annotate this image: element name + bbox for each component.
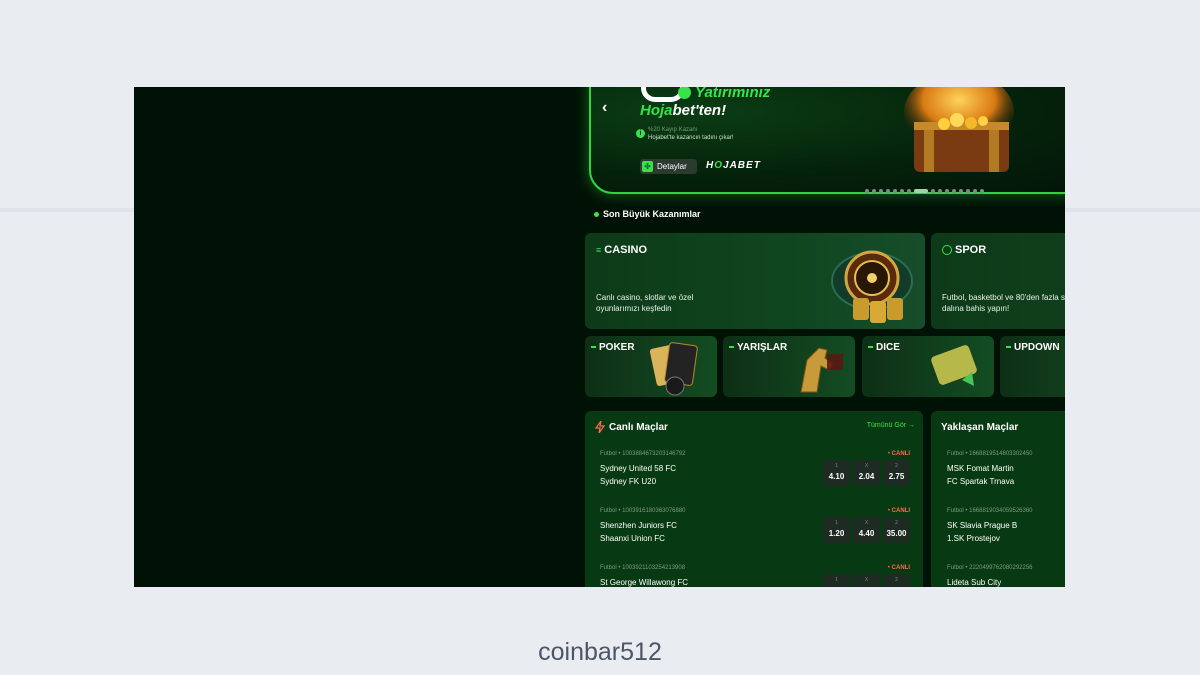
upcoming-match-row[interactable]: Futbol • 1668819514803302450 MSK Fomat M…	[947, 451, 1065, 499]
races-card[interactable]: YARIŞLAR	[723, 336, 855, 397]
dice-title: DICE	[868, 342, 900, 353]
pagination-dot[interactable]	[900, 188, 904, 193]
pagination-dot[interactable]	[907, 188, 911, 193]
upcoming-match-row[interactable]: Futbol • 2220499762080292256 Lideta Sub …	[947, 565, 1065, 587]
match-meta: Futbol • 2220499762080292256	[947, 565, 1033, 571]
pagination-dot[interactable]	[914, 188, 928, 193]
poker-card[interactable]: POKER	[585, 336, 717, 397]
upcoming-matches-title: Yaklaşan Maçlar	[941, 422, 1019, 433]
match-meta: Futbol • 1668819034059526360	[947, 508, 1033, 514]
live-match-row[interactable]: Futbol • 1003916180363076880 • CANLI She…	[600, 508, 910, 556]
casino-card[interactable]: ≡ CASINO Canlı casino, slotlar ve özel oy…	[585, 233, 925, 329]
pagination-dot[interactable]	[938, 188, 942, 193]
home-team: Shenzhen Juniors FC	[600, 521, 677, 530]
odds-group: 1 4.10 X 2.04 2 2.75	[820, 460, 910, 491]
updown-title: UPDOWN	[1006, 342, 1060, 353]
stack-icon: ≡	[596, 245, 602, 255]
pagination-dot[interactable]	[931, 188, 935, 193]
home-team: Lideta Sub City	[947, 578, 1002, 587]
match-meta: Futbol • 1003921103254213908	[600, 565, 686, 571]
dot-icon	[594, 212, 599, 218]
odd-button-home[interactable]: 1 4.10	[823, 460, 850, 486]
odd-button-draw[interactable]: X	[853, 574, 880, 587]
casino-title: ≡ CASINO	[596, 244, 648, 256]
upcoming-match-row[interactable]: Futbol • 1668819034059526360 SK Slavia P…	[947, 508, 1065, 556]
live-matches-title: Canlı Maçlar	[609, 422, 668, 433]
upcoming-matches-panel: Yaklaşan Maçlar Futbol • 166881951480330…	[931, 411, 1065, 587]
banner-title-line2: Hojabet'ten!	[640, 102, 726, 119]
pagination-dot[interactable]	[959, 188, 963, 193]
ball-icon	[942, 245, 952, 256]
banner-title-suffix: bet'ten!	[672, 102, 727, 119]
match-meta: Futbol • 1003916180363076880	[600, 508, 686, 514]
live-badge: • CANLI	[887, 451, 910, 457]
odd-button-away[interactable]: 2 35.00	[883, 517, 910, 543]
banner-prev-arrow[interactable]: ‹	[602, 99, 607, 117]
live-match-row[interactable]: Futbol • 1003921103254213908 • CANLI St …	[600, 565, 910, 587]
home-team: SK Slavia Prague B	[947, 521, 1018, 530]
pagination-dot[interactable]	[879, 188, 883, 193]
home-team: MSK Fomat Martin	[947, 464, 1014, 473]
pagination-dot[interactable]	[980, 188, 984, 193]
pagination-dot[interactable]	[945, 188, 949, 193]
updown-card[interactable]: UPDOWN	[1000, 336, 1065, 397]
treasure-chest-image	[904, 87, 1014, 172]
away-team: 1.SK Prostejov	[947, 534, 1000, 543]
odd-button-away[interactable]: 2 2.75	[883, 460, 910, 486]
casino-description: Canlı casino, slotlar ve özel oyunlarımı…	[596, 293, 694, 313]
see-all-link[interactable]: Tümünü Gör →	[867, 422, 915, 429]
match-meta: Futbol • 1003884673203146792	[600, 451, 686, 457]
sports-card[interactable]: SPOR Futbol, basketbol ve 80'den fazla s…	[931, 233, 1065, 329]
pagination-dot[interactable]	[952, 188, 956, 193]
races-title: YARIŞLAR	[729, 342, 787, 353]
horse-icon	[800, 347, 843, 393]
banner-pagination[interactable]	[865, 182, 987, 193]
sports-description: Futbol, basketbol ve 80'den fazla spor d…	[942, 293, 1065, 313]
brand-logo: HOJABET	[706, 160, 761, 171]
odd-button-draw[interactable]: X 4.40	[853, 517, 880, 543]
pagination-dot[interactable]	[893, 188, 897, 193]
big-wins-heading: Son Büyük Kazanımlar	[594, 209, 701, 219]
away-team: FC Spartak Trnava	[947, 477, 1015, 486]
odd-button-home[interactable]: 1 1.20	[823, 517, 850, 543]
home-team: St George Willawong FC	[600, 578, 689, 587]
banner-details-label: Detaylar	[657, 162, 687, 171]
pagination-dot[interactable]	[966, 188, 970, 193]
live-matches-panel: Canlı Maçlar Tümünü Gör → Futbol • 10038…	[585, 411, 923, 587]
odd-button-away[interactable]: 2	[883, 574, 910, 587]
pagination-dot[interactable]	[973, 188, 977, 193]
live-badge: • CANLI	[887, 565, 910, 571]
away-team: Sydney FK U20	[600, 477, 657, 486]
odds-group: 1X2	[820, 574, 910, 587]
away-team: Shaanxi Union FC	[600, 534, 665, 543]
roulette-icon	[831, 250, 913, 323]
match-meta: Futbol • 1668819514803302450	[947, 451, 1033, 457]
poker-title: POKER	[591, 342, 635, 353]
banner-title-line1: Yatırımınız	[695, 87, 771, 101]
banner-title-brand: Hoja	[640, 102, 673, 119]
lightning-icon	[594, 421, 606, 433]
odd-button-draw[interactable]: X 2.04	[853, 460, 880, 486]
footer-caption: coinbar512	[538, 638, 662, 666]
odd-button-home[interactable]: 1	[823, 574, 850, 587]
home-team: Sydney United 58 FC	[600, 464, 677, 473]
info-icon: i	[636, 129, 645, 138]
live-match-row[interactable]: Futbol • 1003884673203146792 • CANLI Syd…	[600, 451, 910, 499]
pagination-dot[interactable]	[865, 188, 869, 193]
dice-card[interactable]: DICE	[862, 336, 994, 397]
ticket-icon	[931, 345, 977, 386]
banner-details-button[interactable]: ✤ Detaylar	[640, 159, 697, 174]
banner-subtitle-line1: %20 Kayıp Kazanı	[648, 127, 698, 133]
pagination-dot[interactable]	[886, 188, 890, 193]
odds-group: 1 1.20 X 4.40 2 35.00	[820, 517, 910, 548]
pagination-dot[interactable]	[872, 188, 876, 193]
live-badge: • CANLI	[887, 508, 910, 514]
banner-subtitle-line2: Hojabet'te kazancın tadını çıkar!	[648, 135, 734, 141]
clover-icon: ✤	[642, 161, 653, 172]
screenshot-frame: ‹ Yatırımınız Hojabet'ten! i %20 Kayıp K…	[134, 87, 1065, 587]
sports-title: SPOR	[942, 244, 986, 256]
playing-cards-icon	[649, 342, 698, 396]
